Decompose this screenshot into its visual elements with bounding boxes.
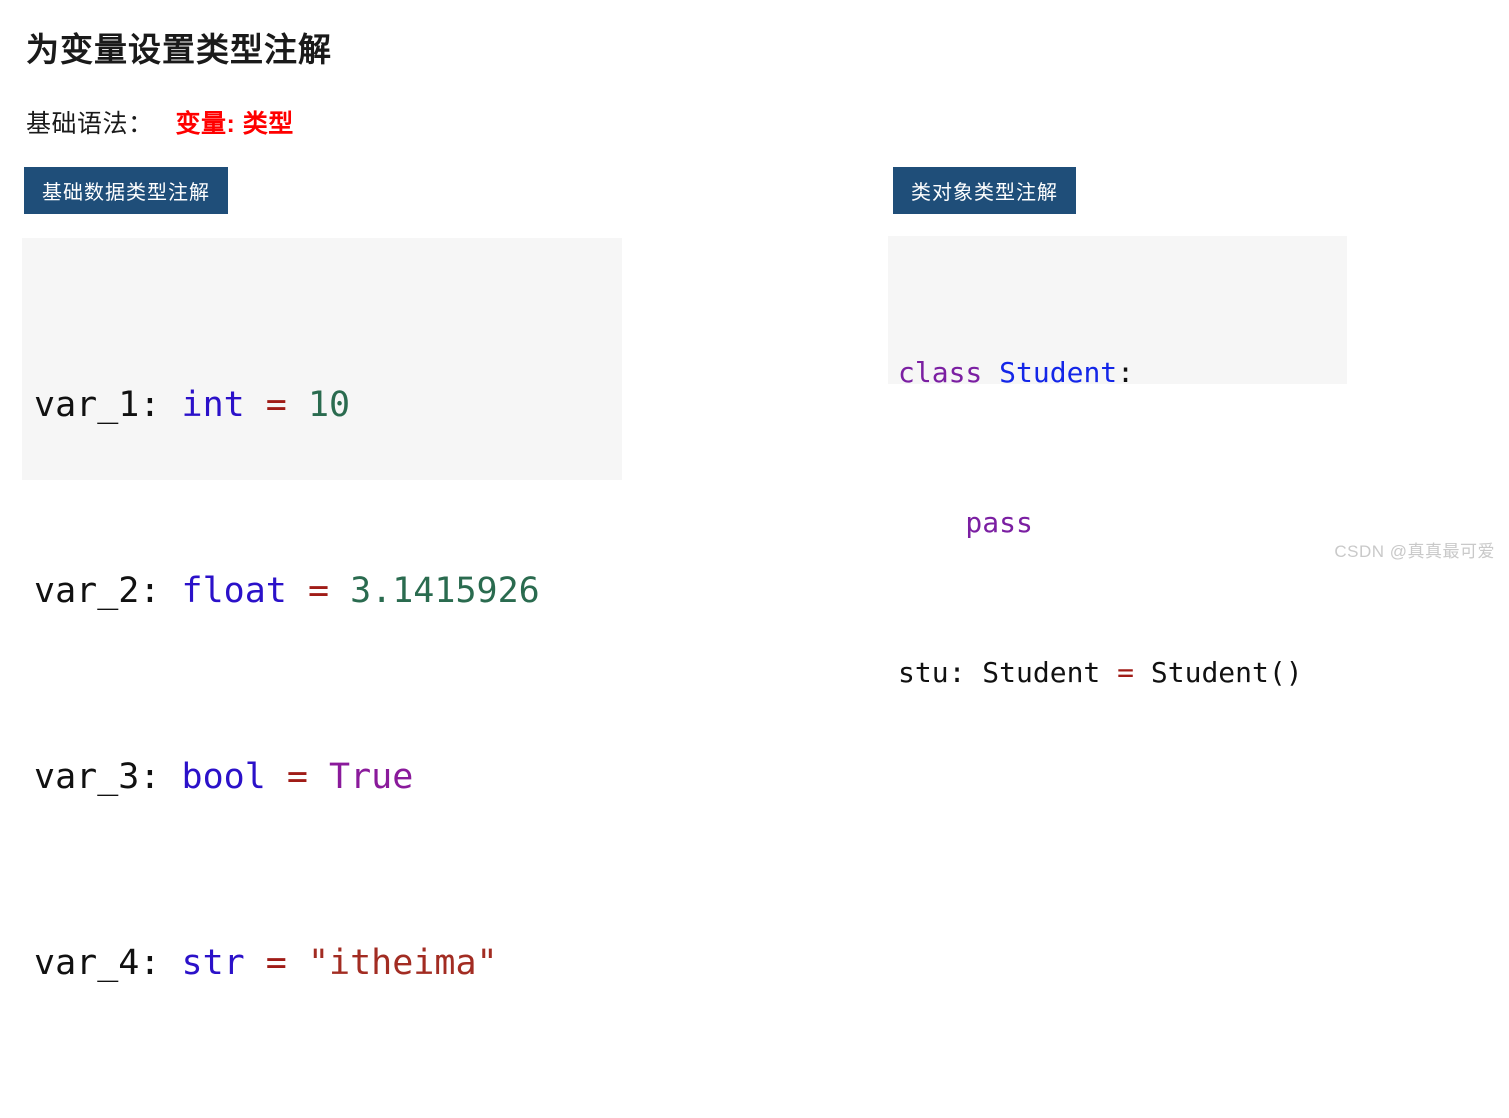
- code-token-value: True: [329, 757, 414, 797]
- code-token-keyword: class: [898, 356, 983, 389]
- badge-basic-types: 基础数据类型注解: [24, 167, 228, 214]
- code-token-type: str: [181, 943, 245, 983]
- code-token-value: 3.1415926: [350, 571, 540, 611]
- code-token-keyword: pass: [898, 506, 1033, 539]
- code-token-type: bool: [181, 757, 266, 797]
- code-token-operator: =: [244, 385, 308, 425]
- syntax-label: 基础语法：: [26, 110, 154, 138]
- badge-class-types: 类对象类型注解: [893, 167, 1076, 214]
- code-token-colon: :: [139, 943, 182, 983]
- syntax-line: 基础语法： 变量: 类型: [26, 104, 294, 140]
- code-token-type: int: [181, 385, 245, 425]
- code-token-operator: =: [265, 757, 330, 797]
- page-title: 为变量设置类型注解: [26, 31, 332, 68]
- code-token-value: "itheima": [307, 943, 498, 983]
- code-token-varname: var_4: [34, 943, 140, 983]
- code-line: class Student:: [898, 348, 1347, 398]
- code-token-classname: Student: [999, 356, 1118, 389]
- code-token-colon: :: [1117, 356, 1135, 389]
- watermark: CSDN @真真最可爱: [1334, 542, 1495, 561]
- code-line: pass: [898, 498, 1347, 548]
- syntax-value: 变量: 类型: [175, 110, 294, 138]
- code-line: stu: Student = Student(): [898, 648, 1347, 698]
- code-token-assign-left: stu: Student: [898, 656, 1118, 689]
- code-line: var_3: bool = True: [34, 746, 622, 808]
- code-token-colon: :: [139, 571, 182, 611]
- code-token-value: 10: [307, 385, 351, 425]
- code-block-class-types: class Student: pass stu: Student = Stude…: [888, 236, 1347, 689]
- code-token-assign-right: Student(): [1134, 656, 1303, 689]
- code-token-colon: :: [139, 385, 182, 425]
- code-token-type: float: [181, 571, 287, 611]
- code-block-basic-types: var_1: int = 10 var_2: float = 3.1415926…: [22, 238, 622, 983]
- code-token-operator: =: [286, 571, 351, 611]
- code-token-operator: =: [1117, 656, 1135, 689]
- code-token-operator: =: [244, 943, 308, 983]
- slide-root: 为变量设置类型注解 基础语法： 变量: 类型 基础数据类型注解 类对象类型注解 …: [0, 0, 1509, 983]
- code-token-varname: var_1: [34, 385, 140, 425]
- code-line: var_2: float = 3.1415926: [34, 560, 622, 622]
- code-token-colon: :: [139, 757, 182, 797]
- code-line: var_4: str = "itheima": [34, 932, 622, 994]
- code-token-varname: var_3: [34, 757, 140, 797]
- code-token-varname: var_2: [34, 571, 140, 611]
- code-line: var_1: int = 10: [34, 374, 622, 436]
